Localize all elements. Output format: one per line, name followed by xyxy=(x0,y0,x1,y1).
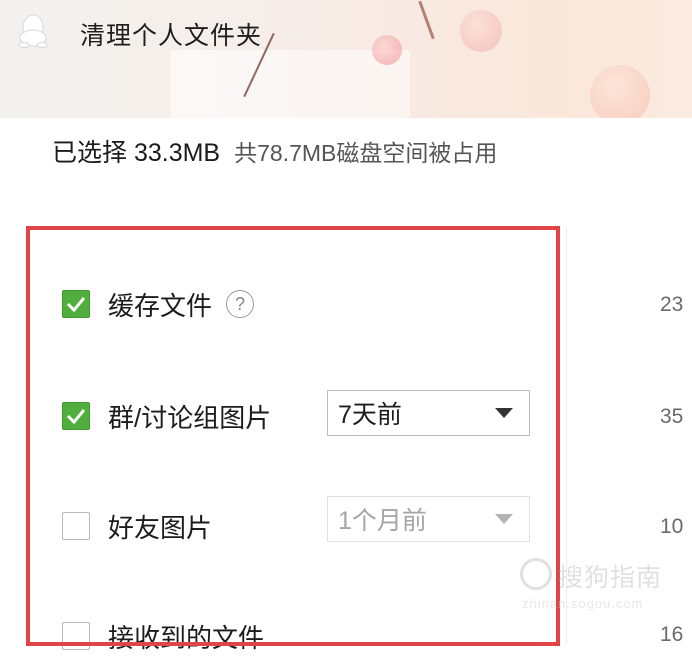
decor-cherry xyxy=(590,65,650,118)
total-usage: 共78.7MB磁盘空间被占用 xyxy=(234,140,498,166)
received-files-size: 16 xyxy=(660,623,684,646)
cache-size: 23 xyxy=(660,293,684,316)
decor-glass xyxy=(170,50,410,118)
decor-stem xyxy=(418,0,435,40)
sogou-logo-icon xyxy=(520,558,552,590)
friend-images-size: 10 xyxy=(660,515,684,538)
decor-cherry xyxy=(460,10,502,52)
group-images-size: 35 xyxy=(660,405,684,428)
watermark-text: 搜狗指南 xyxy=(558,564,663,592)
window-title: 清理个人文件夹 xyxy=(80,22,263,50)
qq-penguin-icon xyxy=(18,14,48,48)
selected-size: 已选择 33.3MB xyxy=(52,139,221,167)
watermark-url: zhinan.sogou.com xyxy=(522,596,644,611)
decor-cherry xyxy=(372,35,402,65)
highlight-box xyxy=(26,226,560,646)
disk-summary: 已选择 33.3MB 共78.7MB磁盘空间被占用 xyxy=(52,133,497,169)
